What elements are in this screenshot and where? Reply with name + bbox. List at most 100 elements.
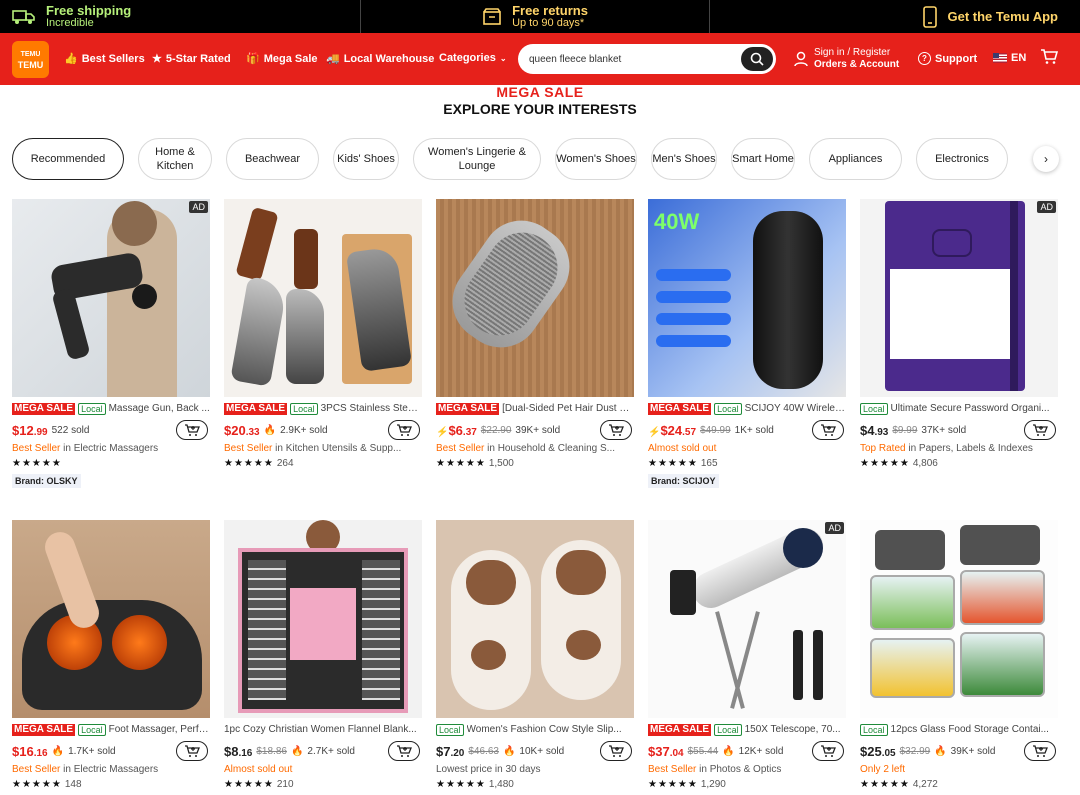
user-icon	[794, 51, 808, 67]
price-cents: .16	[238, 747, 253, 759]
add-to-cart-button[interactable]	[388, 420, 420, 440]
add-to-cart-button[interactable]	[812, 741, 844, 761]
category-line: Top Rated in Papers, Labels & Indexes	[860, 443, 1058, 454]
chip-beachwear[interactable]: Beachwear	[226, 138, 319, 180]
rating-stars: ★★★★★ 210	[224, 779, 422, 790]
product-image-food-containers[interactable]	[860, 520, 1058, 718]
nav-best-sellers[interactable]: 👍 Best Sellers	[64, 52, 145, 66]
price: $16.16	[12, 744, 48, 759]
product-card[interactable]: Local Women's Fashion Cow Style Slip... …	[436, 520, 634, 790]
product-image-foot-massager[interactable]	[12, 520, 210, 718]
local-badge: Local	[78, 723, 106, 736]
product-title[interactable]: Ultimate Secure Password Organi...	[891, 403, 1050, 414]
add-to-cart-button[interactable]	[176, 741, 208, 761]
price: $8.16	[224, 744, 252, 759]
brand-tag[interactable]: Brand: SCIJOY	[648, 474, 719, 488]
category-highlight: Best Seller	[224, 443, 273, 454]
brand-tag[interactable]: Brand: OLSKY	[12, 474, 81, 488]
price-cents: .20	[450, 747, 465, 759]
price-line: $16.16 🔥 1.7K+ sold	[12, 741, 210, 761]
product-image-speaker[interactable]: 40W	[648, 199, 846, 397]
local-badge: Local	[860, 723, 888, 736]
chip-recommended[interactable]: Recommended	[12, 138, 124, 180]
product-card[interactable]: AD MEGA SALE Local 150X Telescope, 70...…	[648, 520, 846, 790]
rating-stars: ★★★★★ 4,806	[860, 458, 1058, 469]
chip-smart-home[interactable]: Smart Home	[731, 138, 795, 180]
chip-womens-lingerie[interactable]: Women's Lingerie & Lounge	[413, 138, 541, 180]
product-title[interactable]: [Dual-Sided Pet Hair Dust B...	[502, 403, 634, 414]
add-to-cart-button[interactable]	[1024, 420, 1056, 440]
price-cents: .33	[245, 426, 260, 438]
nav-five-star[interactable]: ★ 5-Star Rated	[152, 52, 231, 66]
chip-womens-shoes[interactable]: Women's Shoes	[555, 138, 637, 180]
price-cents: .04	[669, 747, 684, 759]
fire-icon: 🔥	[290, 745, 304, 757]
chip-kids-shoes[interactable]: Kids' Shoes	[333, 138, 399, 180]
product-image-password-book[interactable]: AD	[860, 199, 1058, 397]
account-link[interactable]: Sign in / Register Orders & Account	[794, 47, 899, 71]
sold-count: 39K+ sold	[515, 424, 561, 436]
product-title[interactable]: 12pcs Glass Food Storage Contai...	[891, 724, 1049, 735]
free-shipping-promo[interactable]: Free shipping Incredible	[0, 0, 361, 33]
add-to-cart-button[interactable]	[1024, 741, 1056, 761]
chip-mens-shoes[interactable]: Men's Shoes	[651, 138, 717, 180]
free-shipping-title: Free shipping	[46, 2, 132, 18]
product-title[interactable]: Women's Fashion Cow Style Slip...	[467, 724, 622, 735]
mega-sale-badge: MEGA SALE	[12, 402, 76, 415]
add-to-cart-button[interactable]	[388, 741, 420, 761]
fire-icon: 🔥	[51, 745, 65, 757]
add-to-cart-button[interactable]	[176, 420, 208, 440]
product-title-line: MEGA SALE Local Massage Gun, Back ...	[12, 402, 210, 415]
product-card[interactable]: Local 12pcs Glass Food Storage Contai...…	[860, 520, 1058, 790]
product-card[interactable]: MEGA SALE Local 3PCS Stainless Steel... …	[224, 199, 422, 469]
product-image-massage-gun[interactable]: AD	[12, 199, 210, 397]
product-title[interactable]: Massage Gun, Back ...	[109, 403, 210, 414]
product-image-cow-slippers[interactable]	[436, 520, 634, 718]
product-title[interactable]: Foot Massager, Perfe...	[109, 724, 210, 735]
category-line: Best Seller in Electric Massagers	[12, 764, 210, 775]
product-image-blanket[interactable]	[224, 520, 422, 718]
nav-support[interactable]: ? Support	[918, 52, 977, 65]
add-to-cart-button[interactable]	[812, 420, 844, 440]
chip-appliances[interactable]: Appliances	[809, 138, 902, 180]
nav-categories[interactable]: Categories ⌄	[439, 52, 507, 64]
help-circle-icon: ?	[918, 52, 931, 65]
product-card[interactable]: 40W MEGA SALE Local SCIJOY 40W Wireles..…	[648, 199, 846, 489]
product-title[interactable]: SCIJOY 40W Wireles...	[745, 403, 846, 414]
add-to-cart-button[interactable]	[600, 741, 632, 761]
product-title[interactable]: 1pc Cozy Christian Women Flannel Blank..…	[224, 724, 417, 735]
product-title[interactable]: 150X Telescope, 70...	[745, 724, 841, 735]
product-card[interactable]: MEGA SALE Local Foot Massager, Perfe... …	[12, 520, 210, 790]
price-cents: .37	[462, 426, 477, 438]
mega-sale-badge: MEGA SALE	[648, 723, 712, 736]
price: $25.05	[860, 744, 896, 759]
cart-button[interactable]	[1040, 49, 1058, 65]
chip-home-kitchen[interactable]: Home & Kitchen	[138, 138, 212, 180]
local-badge: Local	[290, 402, 318, 415]
product-card[interactable]: MEGA SALE [Dual-Sided Pet Hair Dust B...…	[436, 199, 634, 469]
product-image-pet-hair-remover[interactable]	[436, 199, 634, 397]
search-button[interactable]	[741, 47, 773, 71]
temu-logo[interactable]: TEMU TEMU	[12, 41, 49, 78]
mega-sale-badge: MEGA SALE	[436, 402, 500, 415]
product-card[interactable]: 1pc Cozy Christian Women Flannel Blank..…	[224, 520, 422, 790]
rating-stars: ★★★★★	[12, 458, 210, 469]
product-image-telescope[interactable]: AD	[648, 520, 846, 718]
product-title[interactable]: 3PCS Stainless Steel...	[321, 403, 422, 414]
nav-best-sellers-label: Best Sellers	[81, 52, 145, 65]
original-price: $9.99	[892, 424, 918, 436]
add-to-cart-button[interactable]	[600, 420, 632, 440]
category-rest: in Household & Cleaning S...	[484, 443, 615, 454]
product-card[interactable]: AD MEGA SALE Local Massage Gun, Back ...…	[12, 199, 210, 489]
stars: ★★★★★	[436, 458, 486, 469]
language-selector[interactable]: EN	[993, 52, 1026, 64]
chips-next-button[interactable]: ›	[1033, 146, 1059, 172]
product-image-knives[interactable]	[224, 199, 422, 397]
nav-mega-sale[interactable]: 🎁 Mega Sale	[246, 52, 318, 66]
product-card[interactable]: AD Local Ultimate Secure Password Organi…	[860, 199, 1058, 469]
chip-electronics[interactable]: Electronics	[916, 138, 1008, 180]
nav-local-warehouse[interactable]: 🚚 Local Warehouse	[326, 52, 434, 66]
get-app-link[interactable]: Get the Temu App	[710, 0, 1080, 33]
search-input[interactable]: queen fleece blanket	[518, 54, 741, 65]
free-returns-promo[interactable]: Free returns Up to 90 days*	[361, 0, 710, 33]
